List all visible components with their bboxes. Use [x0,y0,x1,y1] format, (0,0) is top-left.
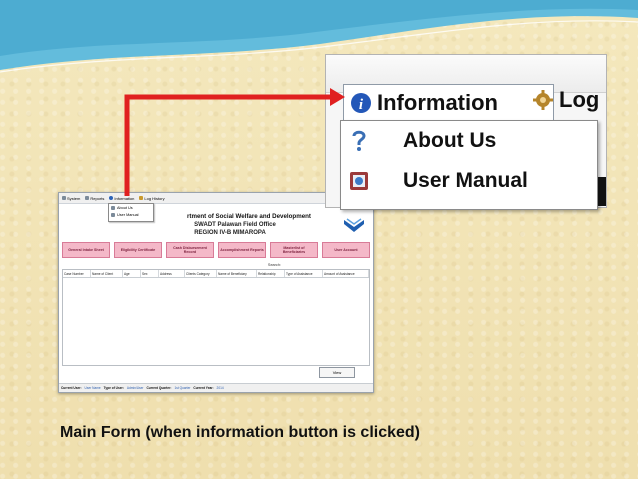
column-header[interactable]: Case Number [63,270,91,277]
header-line-1: rtment of Social Welfare and Development [186,213,311,220]
cash-disbursement-record-button[interactable]: Cash Disbursement Record [166,242,214,258]
status-type-label: Type of User: [103,386,124,390]
column-header[interactable]: Type of Assistance [285,270,323,277]
action-button-row: General Intake Sheet Eligibility Certifi… [62,242,370,258]
records-grid[interactable]: Case Number Name of Client Age Sex Addre… [62,269,370,366]
status-user-value: User Name [84,386,101,390]
about-us-icon [111,205,115,210]
status-type-value: Admin/User [126,386,144,390]
column-header[interactable]: Address [159,270,185,277]
status-year-value: 2014 [216,386,224,390]
header-line-2: SWADT Palawan Field Office [194,222,276,228]
status-quarter-value: 1st Quarter [174,386,191,390]
zoomed-about-us-label: About Us [403,129,497,152]
slide-caption: Main Form (when information button is cl… [60,424,421,441]
eligibility-certificate-button[interactable]: Eligibility Certificate [114,242,162,258]
status-year-label: Current Year: [193,386,214,390]
main-form-window: System Reports Information Log History A… [58,192,374,393]
search-label: Search: [267,263,281,267]
system-icon [62,196,66,200]
zoomed-item-about-us[interactable]: About Us [341,129,496,153]
column-header[interactable]: Age [123,270,141,277]
grid-header: Case Number Name of Client Age Sex Addre… [63,270,369,278]
menu-information[interactable]: Information [109,196,134,201]
view-button[interactable]: View [319,367,355,378]
status-bar: Current User: User Name Type of User: Ad… [59,383,373,392]
log-history-icon [139,196,144,200]
zoomed-information-label: Information [377,90,498,115]
reports-icon [85,196,90,200]
agency-header: rtment of Social Welfare and Development… [59,213,373,237]
zoomed-user-manual-label: User Manual [403,169,528,192]
accomplishment-reports-button[interactable]: Accomplishment Reports [218,242,266,258]
header-line-3: REGION IV-B MIMAROPA [194,230,266,236]
column-header[interactable]: Sex [141,270,159,277]
menu-log-history[interactable]: Log History [139,196,165,201]
zoomed-item-user-manual[interactable]: User Manual [341,169,528,193]
log-gear-icon [533,90,553,110]
general-intake-sheet-button[interactable]: General Intake Sheet [62,242,110,258]
zoomed-menu-information[interactable]: i Information [343,84,554,122]
column-header[interactable]: Name of Beneficiary [217,270,257,277]
column-header[interactable]: Relationship [257,270,285,277]
zoomed-log-label: Log [559,87,600,112]
about-us-icon [352,130,366,151]
zoomed-menu-inset: i Information Log About Us User Manual [325,54,607,210]
zoomed-dropdown: About Us User Manual [340,120,598,210]
user-account-button[interactable]: User Account [322,242,370,258]
dropdown-item-about-us[interactable]: About Us [109,204,153,211]
info-icon: i [351,93,371,113]
zoomed-window-edge [598,177,606,206]
dswd-logo-icon [344,218,364,232]
column-header[interactable]: Name of Client [91,270,123,277]
status-user-label: Current User: [61,386,82,390]
user-manual-icon [350,172,368,190]
masterlist-of-beneficiaries-button[interactable]: Masterlist of Beneficiaries [270,242,318,258]
menu-reports[interactable]: Reports [85,196,104,201]
zoomed-menu-log[interactable]: Log [532,87,599,113]
status-quarter-label: Current Quarter: [146,386,172,390]
menu-system[interactable]: System [62,196,80,201]
column-header[interactable]: Amount of Assistance [323,270,369,277]
column-header[interactable]: Clients Category [185,270,217,277]
info-icon [109,196,114,200]
